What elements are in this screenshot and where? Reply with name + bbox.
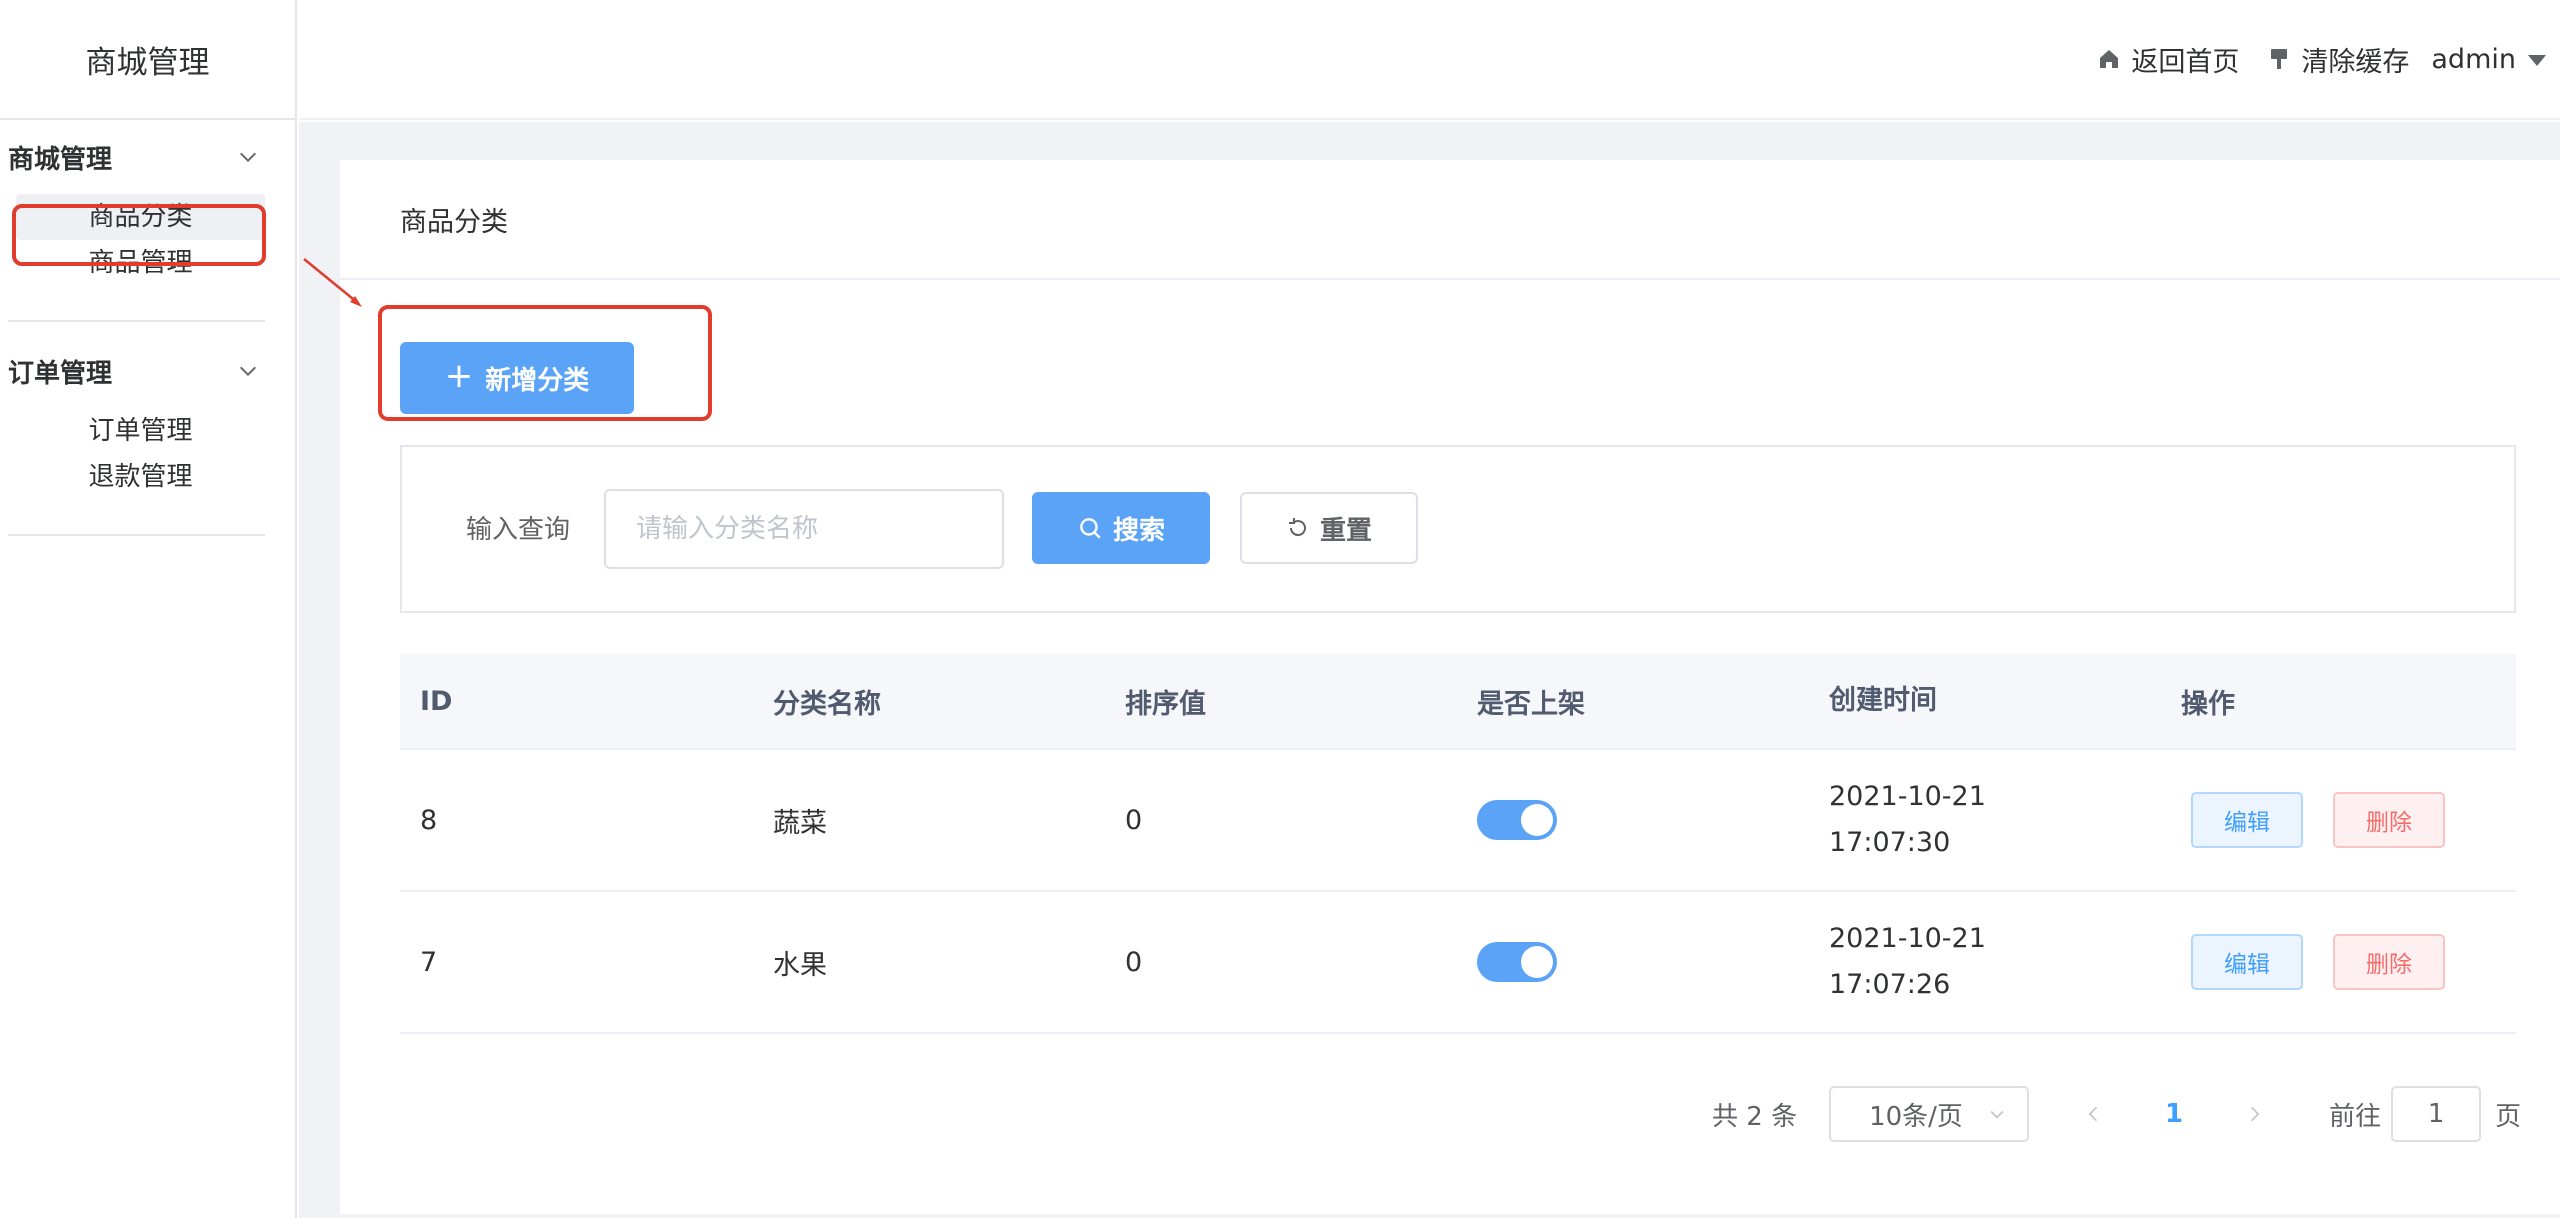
created-date: 2021-10-21 [1829,781,1986,812]
cell-created: 2021-10-21 17:07:30 [1809,774,2161,866]
caret-down-icon [2528,55,2546,66]
chevron-down-icon [1990,1110,2004,1119]
created-time: 17:07:30 [1829,827,1951,858]
cell-id: 7 [420,946,438,978]
menu-group-label: 订单管理 [8,358,113,389]
delete-button[interactable]: 删除 [2333,934,2445,990]
table-row: 7 水果 0 2021-10-21 17:07:26 编辑 删除 [400,892,2516,1034]
page-number-current[interactable]: 1 [2159,1099,2189,1129]
cell-actions: 编辑 删除 [2161,934,2516,990]
chevron-down-icon [240,152,256,162]
chevron-right-icon [2250,1106,2260,1122]
chevron-left-icon [2088,1106,2098,1122]
sidebar-item-refunds[interactable]: 退款管理 [16,454,265,500]
reset-button[interactable]: 重置 [1240,492,1418,564]
search-button-label: 搜索 [1112,515,1165,546]
sidebar-item-orders[interactable]: 订单管理 [16,408,265,454]
cell-id: 8 [420,804,438,836]
toggle-knob [1521,946,1553,978]
broom-icon [2271,49,2288,69]
cell-name: 蔬菜 [773,807,827,839]
pagination-total: 共 2 条 [1712,1101,1798,1132]
page-title: 商品分类 [340,160,2560,280]
search-input[interactable] [604,489,1004,569]
created-date: 2021-10-21 [1829,923,1986,954]
annotation-highlight-sidebar [12,204,266,266]
annotation-highlight-add-button [378,305,712,421]
category-table: ID 分类名称 排序值 是否上架 创建时间 操作 8 蔬菜 0 2021-10-… [400,654,2516,1034]
cell-created: 2021-10-21 17:07:26 [1809,916,2161,1008]
column-header-actions: 操作 [2181,688,2235,720]
clear-cache-label: 清除缓存 [2301,46,2410,78]
next-page-button[interactable] [2229,1104,2279,1124]
cell-on-shelf [1457,800,1809,840]
cell-on-shelf [1457,942,1809,982]
toggle-knob [1521,804,1553,836]
goto-label: 前往 [2329,1101,2382,1132]
created-time: 17:07:26 [1829,969,1951,1000]
prev-page-button[interactable] [2069,1104,2119,1124]
menu-group-order: 订单管理 订单管理 退款管理 [8,334,265,536]
page-size-select[interactable]: 10条/页 [1829,1086,2030,1142]
refresh-icon [1288,518,1306,537]
on-shelf-toggle[interactable] [1477,942,1557,982]
home-icon [2100,50,2119,68]
cell-sort: 0 [1125,946,1143,978]
edit-button[interactable]: 编辑 [2191,792,2303,848]
clear-cache-link[interactable]: 清除缓存 [2267,40,2409,79]
search-button[interactable]: 搜索 [1032,492,1210,564]
column-header-on-shelf: 是否上架 [1477,688,1585,720]
cell-sort: 0 [1125,804,1143,836]
column-header-sort: 排序值 [1125,688,1206,720]
user-menu[interactable]: admin [2431,44,2546,75]
page-unit-label: 页 [2495,1101,2522,1132]
search-icon [1080,518,1101,539]
menu-group-title-mall[interactable]: 商城管理 [8,120,265,194]
app-logo-title: 商城管理 [0,0,295,120]
home-link-label: 返回首页 [2131,46,2240,78]
column-header-name: 分类名称 [773,688,881,720]
annotation-arrow [303,258,362,307]
menu-group-title-order[interactable]: 订单管理 [8,334,265,408]
edit-button[interactable]: 编辑 [2191,934,2303,990]
table-row: 8 蔬菜 0 2021-10-21 17:07:30 编辑 删除 [400,750,2516,892]
pagination: 共 2 条 10条/页 1 前往 1 页 [1712,1086,2521,1142]
menu-group-label: 商城管理 [8,144,113,175]
top-header: 返回首页 清除缓存 admin [299,0,2560,120]
table-header: ID 分类名称 排序值 是否上架 创建时间 操作 [400,654,2516,750]
search-panel: 输入查询 搜索 重置 [400,445,2516,613]
page-size-value: 10条/页 [1869,1101,1963,1132]
goto-page-input[interactable]: 1 [2391,1086,2482,1142]
home-link[interactable]: 返回首页 [2097,40,2239,79]
sidebar: 商城管理 商城管理 商品分类 商品管理 订单管理 订单管理 退款管理 [0,0,297,1218]
cell-name: 水果 [773,949,827,981]
cell-actions: 编辑 删除 [2161,792,2516,848]
chevron-down-icon [240,366,256,376]
search-label: 输入查询 [466,515,571,545]
on-shelf-toggle[interactable] [1477,800,1557,840]
column-header-id: ID [420,685,453,717]
user-name: admin [2431,43,2516,75]
delete-button[interactable]: 删除 [2333,792,2445,848]
reset-button-label: 重置 [1319,515,1372,546]
column-header-created: 创建时间 [1829,685,1937,716]
